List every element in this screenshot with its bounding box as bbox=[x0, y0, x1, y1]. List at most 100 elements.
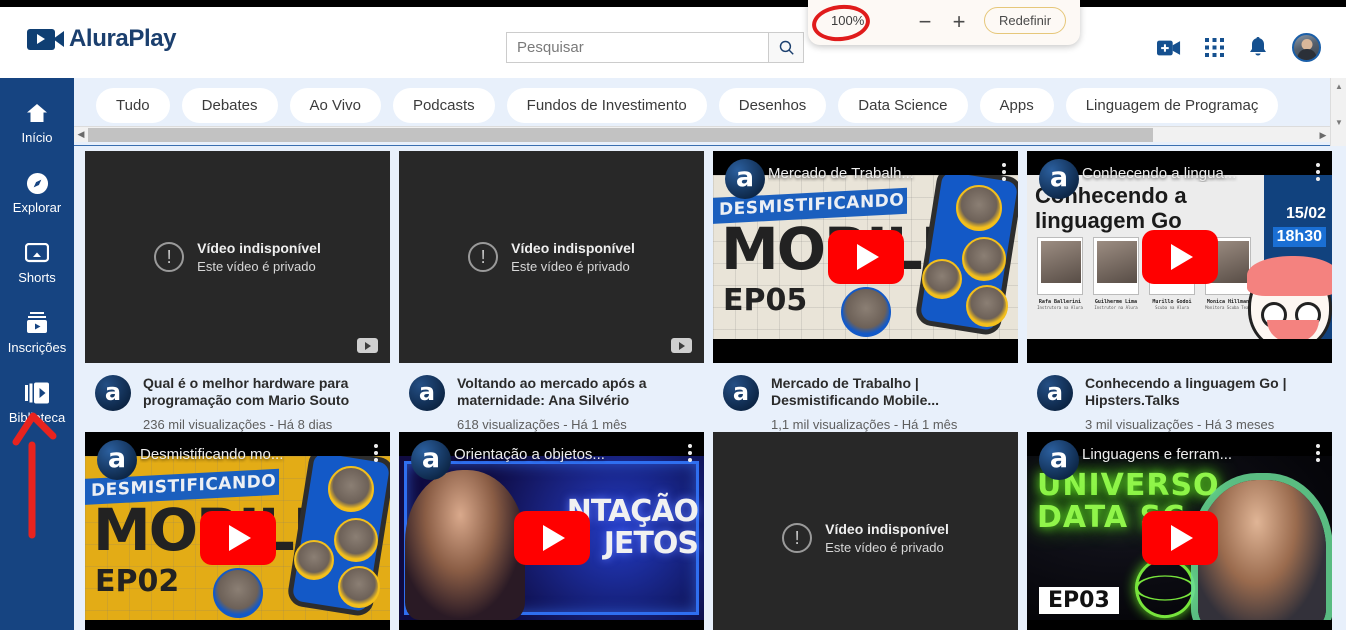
sidebar-label-shorts: Shorts bbox=[18, 270, 56, 285]
channel-avatar[interactable]: a bbox=[95, 375, 131, 411]
play-button[interactable] bbox=[513, 511, 590, 565]
chip-tudo[interactable]: Tudo bbox=[96, 87, 170, 123]
unavailable-title: Vídeo indisponível bbox=[197, 240, 321, 256]
scroll-left-arrow-icon[interactable]: ◀ bbox=[74, 127, 88, 143]
more-options-icon[interactable] bbox=[1002, 163, 1006, 181]
create-video-button[interactable] bbox=[1157, 39, 1181, 57]
video-stats: 236 mil visualizações - Há 8 dias bbox=[143, 417, 333, 432]
chip-podcasts[interactable]: Podcasts bbox=[392, 87, 495, 123]
unavailable-overlay: ! Vídeo indisponível Este vídeo é privad… bbox=[399, 151, 704, 363]
channel-watermark-icon: a bbox=[725, 159, 765, 199]
notifications-button[interactable] bbox=[1248, 36, 1268, 59]
sidebar-item-shorts[interactable]: Shorts bbox=[0, 228, 74, 298]
video-thumbnail[interactable]: ! Vídeo indisponível Este vídeo é privad… bbox=[399, 151, 704, 363]
youtube-badge-icon[interactable] bbox=[671, 338, 692, 353]
video-card[interactable]: ! Vídeo indisponível Este vídeo é privad… bbox=[85, 151, 390, 432]
channel-watermark-icon: a bbox=[1039, 440, 1079, 480]
player-video-title: Conhecendo a lingua... bbox=[1082, 165, 1237, 182]
art-speaker-name: Guilherme Lima Instrutor na Alura bbox=[1089, 299, 1143, 310]
brand-name: AluraPlay bbox=[69, 25, 177, 52]
video-thumbnail[interactable]: ! Vídeo indisponível Este vídeo é privad… bbox=[713, 432, 1018, 630]
video-camera-icon bbox=[27, 27, 65, 52]
more-options-icon[interactable] bbox=[688, 444, 692, 462]
zoom-level-value: 100% bbox=[831, 13, 865, 28]
video-title[interactable]: Mercado de Trabalho | Desmistificando Mo… bbox=[771, 375, 1010, 409]
video-card[interactable]: DESMISTIFICANDO MOBILE EP02 a Desmisti bbox=[85, 432, 390, 630]
video-thumbnail[interactable]: Conhecendo a linguagem Go 15/02 18h30 Ra… bbox=[1027, 151, 1332, 363]
bell-icon bbox=[1250, 36, 1266, 56]
account-avatar[interactable] bbox=[1292, 33, 1321, 62]
chip-apps[interactable]: Apps bbox=[979, 87, 1054, 123]
chip-ao-vivo[interactable]: Ao Vivo bbox=[289, 87, 381, 123]
video-thumbnail[interactable]: DESMISTIFICANDO MOBILE EP02 a Desmisti bbox=[85, 432, 390, 630]
browser-page: AluraPlay Pesquisar 100% − + Redefinir I… bbox=[0, 0, 1346, 630]
sidebar-item-biblioteca[interactable]: Biblioteca bbox=[0, 368, 74, 438]
exclamation-icon: ! bbox=[782, 523, 813, 553]
play-button[interactable] bbox=[827, 230, 904, 284]
channel-avatar[interactable]: a bbox=[409, 375, 445, 411]
channel-avatar[interactable]: a bbox=[723, 375, 759, 411]
browser-top-edge bbox=[0, 0, 1346, 7]
site-header: AluraPlay bbox=[0, 7, 1346, 78]
chip-linguagem-de-programacao[interactable]: Linguagem de Programaç bbox=[1065, 87, 1279, 123]
sidebar-item-inscricoes[interactable]: Inscrições bbox=[0, 298, 74, 368]
apps-button[interactable] bbox=[1205, 38, 1224, 57]
unavailable-subtitle: Este vídeo é privado bbox=[197, 259, 316, 274]
art-speaker-role: Scuba na Alura bbox=[1155, 305, 1189, 310]
youtube-badge-icon[interactable] bbox=[357, 338, 378, 353]
unavailable-subtitle: Este vídeo é privado bbox=[825, 540, 944, 555]
play-button[interactable] bbox=[1141, 511, 1218, 565]
search-button[interactable] bbox=[768, 32, 804, 63]
chip-debates[interactable]: Debates bbox=[181, 87, 278, 123]
play-button[interactable] bbox=[199, 511, 276, 565]
aluraplay-logo[interactable]: AluraPlay bbox=[27, 25, 177, 53]
video-card[interactable]: ! Vídeo indisponível Este vídeo é privad… bbox=[399, 151, 704, 432]
library-icon bbox=[25, 381, 49, 405]
video-card[interactable]: DESMISTIFICANDO MOBILE EP05 a Mercado bbox=[713, 151, 1018, 432]
video-thumbnail[interactable]: ! Vídeo indisponível Este vídeo é privad… bbox=[85, 151, 390, 363]
video-thumbnail[interactable]: NTAÇÃO JETOS a Orientação a objetos... bbox=[399, 432, 704, 630]
scroll-up-arrow-icon[interactable]: ▲ bbox=[1331, 78, 1346, 94]
video-card[interactable]: UNIVERSO DATA SC EP03 a Linguagens e fer… bbox=[1027, 432, 1332, 630]
art-episode-text: EP05 bbox=[723, 283, 808, 318]
video-thumbnail[interactable]: DESMISTIFICANDO MOBILE EP05 a Mercado bbox=[713, 151, 1018, 363]
chips-vertical-scrollbar[interactable]: ▲ ▼ bbox=[1330, 78, 1346, 146]
video-thumbnail[interactable]: UNIVERSO DATA SC EP03 a Linguagens e fer… bbox=[1027, 432, 1332, 630]
zoom-out-button[interactable]: − bbox=[911, 8, 939, 36]
sidebar-item-inicio[interactable]: Início bbox=[0, 88, 74, 158]
video-title[interactable]: Qual é o melhor hardware para programaçã… bbox=[143, 375, 382, 409]
video-title[interactable]: Voltando ao mercado após a maternidade: … bbox=[457, 375, 696, 409]
exclamation-icon: ! bbox=[468, 242, 499, 272]
art-speaker-name: Monica Hillman Monitora Scuba Team bbox=[1201, 299, 1255, 310]
chip-data-science[interactable]: Data Science bbox=[838, 87, 968, 123]
category-chips: Tudo Debates Ao Vivo Podcasts Fundos de … bbox=[74, 84, 1330, 126]
chip-fundos-de-investimento[interactable]: Fundos de Investimento bbox=[506, 87, 707, 123]
more-options-icon[interactable] bbox=[374, 444, 378, 462]
unavailable-overlay: ! Vídeo indisponível Este vídeo é privad… bbox=[713, 432, 1018, 630]
unavailable-title: Vídeo indisponível bbox=[825, 521, 949, 537]
art-speaker-role: Instrutor na Alura bbox=[1094, 305, 1138, 310]
channel-initial: a bbox=[1046, 377, 1064, 406]
chip-desenhos[interactable]: Desenhos bbox=[718, 87, 827, 123]
sidebar-item-explorar[interactable]: Explorar bbox=[0, 158, 74, 228]
video-title[interactable]: Conhecendo a linguagem Go | Hipsters.Tal… bbox=[1085, 375, 1324, 409]
video-card[interactable]: Conhecendo a linguagem Go 15/02 18h30 Ra… bbox=[1027, 151, 1332, 432]
zoom-in-button[interactable]: + bbox=[945, 8, 973, 36]
more-options-icon[interactable] bbox=[1316, 163, 1320, 181]
sidebar-label-biblioteca: Biblioteca bbox=[8, 410, 66, 425]
scroll-down-arrow-icon[interactable]: ▼ bbox=[1331, 114, 1346, 130]
chips-scrollbar-thumb[interactable] bbox=[88, 128, 1153, 142]
video-card[interactable]: NTAÇÃO JETOS a Orientação a objetos... bbox=[399, 432, 704, 630]
search-input[interactable] bbox=[506, 32, 768, 63]
video-card[interactable]: ! Vídeo indisponível Este vídeo é privad… bbox=[713, 432, 1018, 630]
sidebar-label-explorar: Explorar bbox=[12, 200, 62, 215]
main-sidebar: Início Explorar Shorts Inscrições Biblio… bbox=[0, 78, 74, 630]
art-episode-text: EP02 bbox=[95, 564, 180, 599]
more-options-icon[interactable] bbox=[1316, 444, 1320, 462]
header-actions bbox=[1157, 33, 1321, 62]
chips-horizontal-scrollbar[interactable]: ◀ ▶ bbox=[74, 126, 1330, 142]
zoom-reset-button[interactable]: Redefinir bbox=[984, 7, 1067, 34]
play-button[interactable] bbox=[1141, 230, 1218, 284]
channel-avatar[interactable]: a bbox=[1037, 375, 1073, 411]
scroll-right-arrow-icon[interactable]: ▶ bbox=[1316, 127, 1330, 143]
